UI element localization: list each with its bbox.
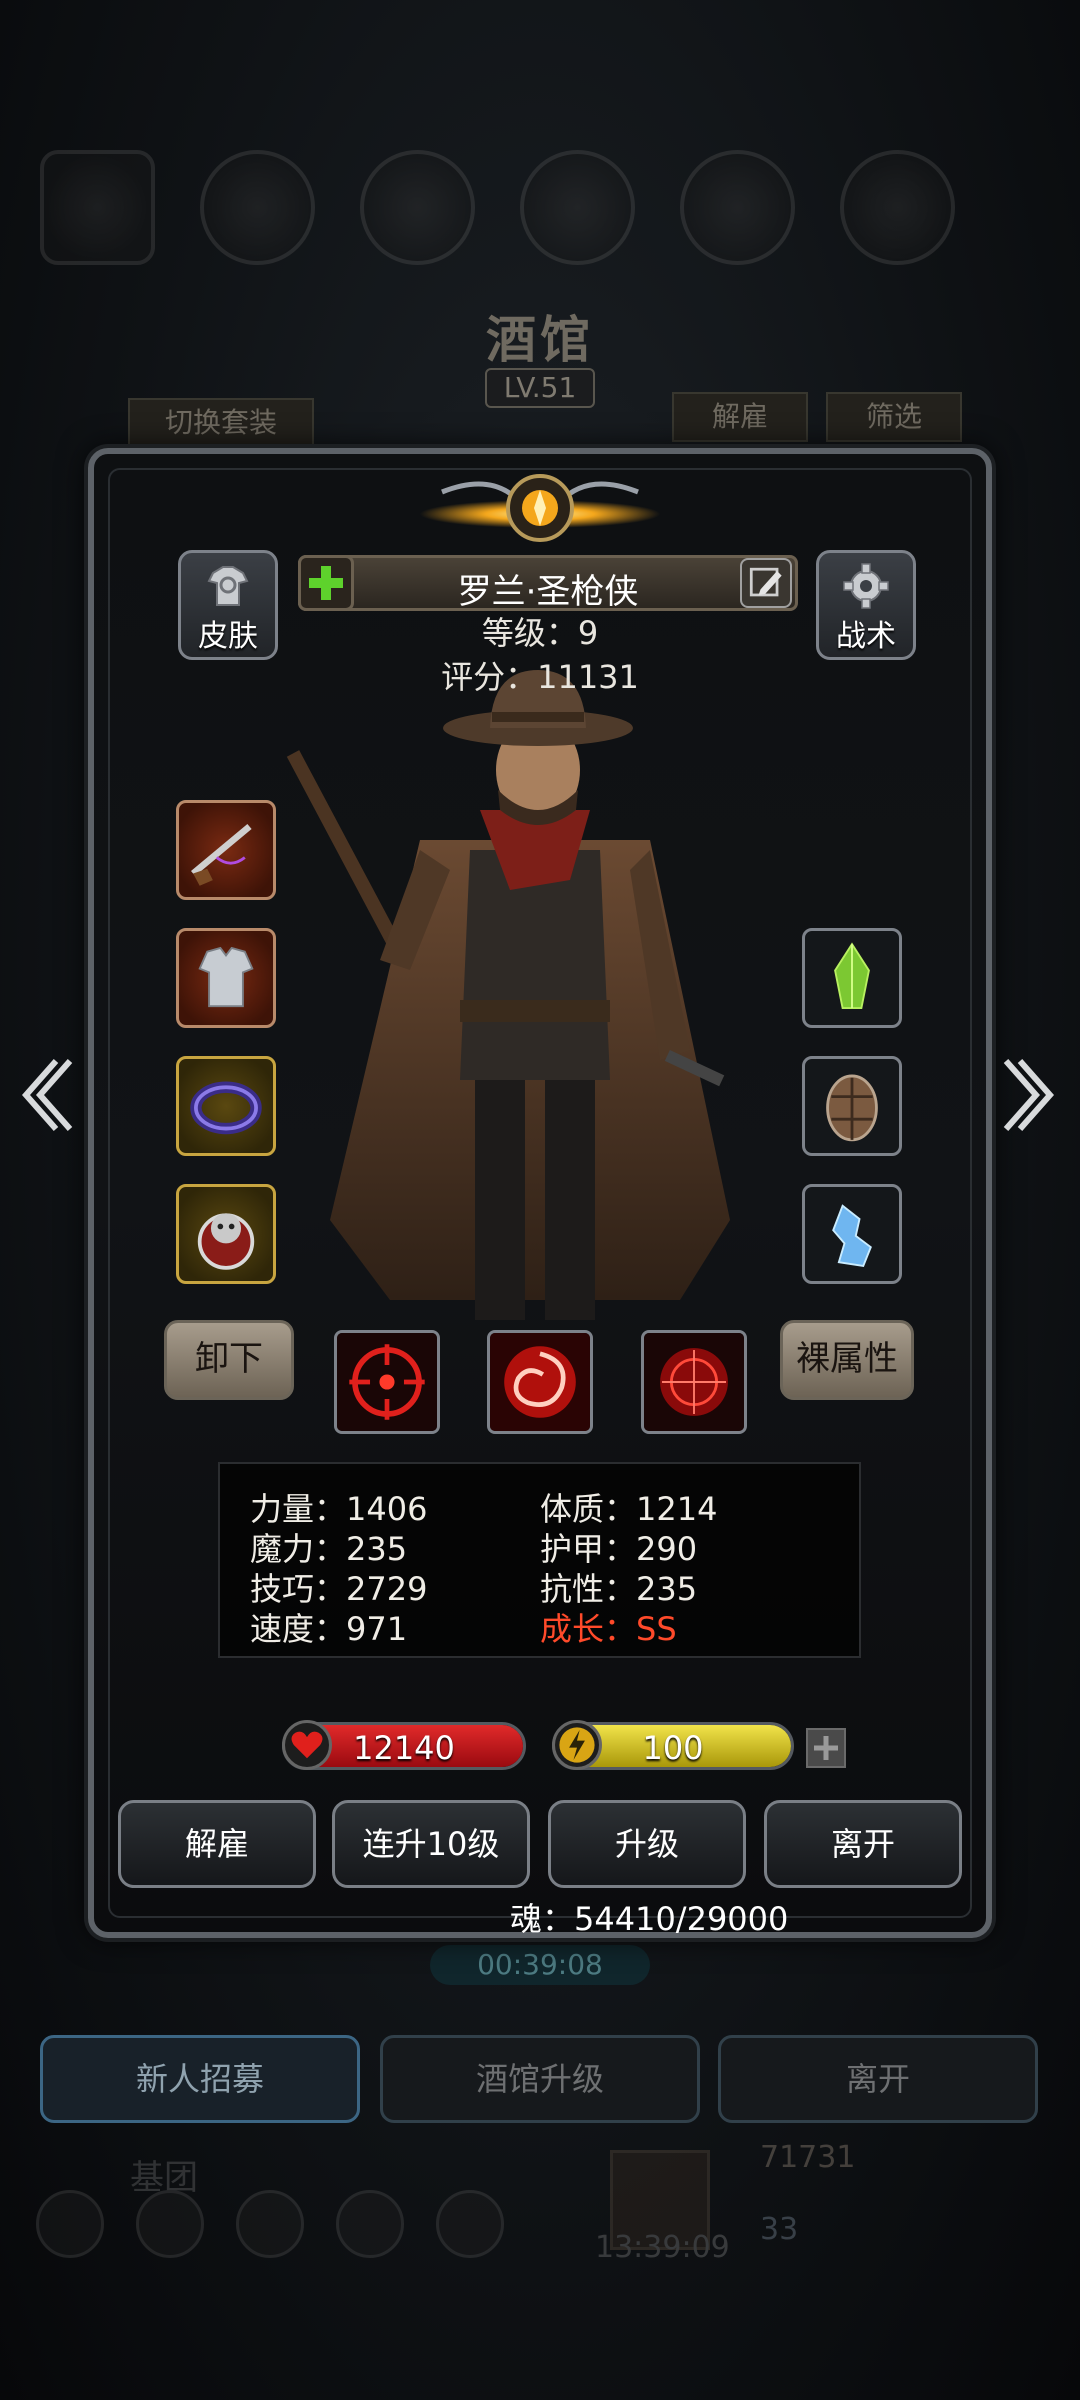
gold-amount: 71731 xyxy=(760,2140,856,2175)
heart-icon xyxy=(282,1720,332,1770)
emblem-icon xyxy=(420,474,660,542)
equip-slot-amulet[interactable] xyxy=(176,1184,276,1284)
tavern-level: LV.51 xyxy=(485,368,595,408)
add-energy-button[interactable] xyxy=(806,1728,846,1768)
shirt-icon xyxy=(207,566,249,606)
recruit-timer: 00:39:08 xyxy=(430,1945,650,1985)
next-hero-arrow-icon[interactable] xyxy=(1000,1055,1060,1135)
previous-hero-arrow-icon[interactable] xyxy=(16,1055,76,1135)
bg-dismiss-button: 解雇 xyxy=(672,392,808,442)
hero-name-bar: 罗兰·圣枪侠 xyxy=(298,555,798,612)
recruit-button: 新人招募 xyxy=(40,2035,360,2123)
leave-button[interactable]: 离开 xyxy=(764,1800,962,1888)
hero-name: 罗兰·圣枪侠 xyxy=(457,572,639,612)
soul-counter: 魂：54410/29000 xyxy=(510,1900,789,1938)
equip-slot-shell[interactable] xyxy=(802,1056,902,1156)
gear-icon xyxy=(843,563,889,609)
equip-slot-ring[interactable] xyxy=(176,1056,276,1156)
ring-icon xyxy=(190,1081,262,1135)
stat-speed: 速度：971 xyxy=(250,1610,408,1648)
bg-leave-button: 离开 xyxy=(718,2035,1038,2123)
clock-label: 13:39:09 xyxy=(595,2230,730,2265)
switch-outfit-button: 切换套装 xyxy=(128,398,314,448)
crosshair-skill-icon xyxy=(337,1333,437,1431)
green-crystal-icon xyxy=(834,942,870,1010)
background-top-icons xyxy=(40,150,1040,270)
armor-icon xyxy=(198,946,254,1008)
upgrade-tavern-button: 酒馆升级 xyxy=(380,2035,700,2123)
equip-slot-armor[interactable] xyxy=(176,928,276,1028)
filter-button: 筛选 xyxy=(826,392,962,442)
edit-name-icon[interactable] xyxy=(740,558,792,608)
swirl-skill-icon xyxy=(490,1333,590,1431)
skill-slot-1[interactable] xyxy=(334,1330,440,1434)
stats-panel: 力量：1406 体质：1214 魔力：235 护甲：290 技巧：2729 抗性… xyxy=(218,1462,861,1658)
add-button[interactable] xyxy=(298,555,354,611)
level-up-10-button[interactable]: 连升10级 xyxy=(332,1800,530,1888)
dismiss-button[interactable]: 解雇 xyxy=(118,1800,316,1888)
lightning-icon xyxy=(552,1720,602,1770)
level-up-button[interactable]: 升级 xyxy=(548,1800,746,1888)
amulet-icon xyxy=(197,1213,255,1270)
gem-amount: 33 xyxy=(760,2212,799,2247)
equip-slot-crystal[interactable] xyxy=(802,928,902,1028)
hero-score: 评分：11131 xyxy=(441,658,639,696)
tavern-title: 酒馆 xyxy=(486,311,594,369)
musket-icon xyxy=(190,823,252,886)
hero-portrait xyxy=(286,670,730,1320)
unequip-button[interactable]: 卸下 xyxy=(164,1320,294,1400)
equip-slot-shard[interactable] xyxy=(802,1184,902,1284)
hero-level: 等级：9 xyxy=(481,614,599,652)
stat-growth: 成长：SS xyxy=(540,1610,677,1648)
turtle-shell-icon xyxy=(826,1074,878,1142)
skill-slot-2[interactable] xyxy=(487,1330,593,1434)
base-stats-button[interactable]: 裸属性 xyxy=(780,1320,914,1400)
ice-shard-icon xyxy=(832,1204,872,1268)
equip-slot-weapon[interactable] xyxy=(176,800,276,900)
target-skill-icon xyxy=(644,1333,744,1431)
skill-slot-3[interactable] xyxy=(641,1330,747,1434)
background-bottom-bar: 基团 13:39:09 71731 33 xyxy=(0,2130,1080,2400)
